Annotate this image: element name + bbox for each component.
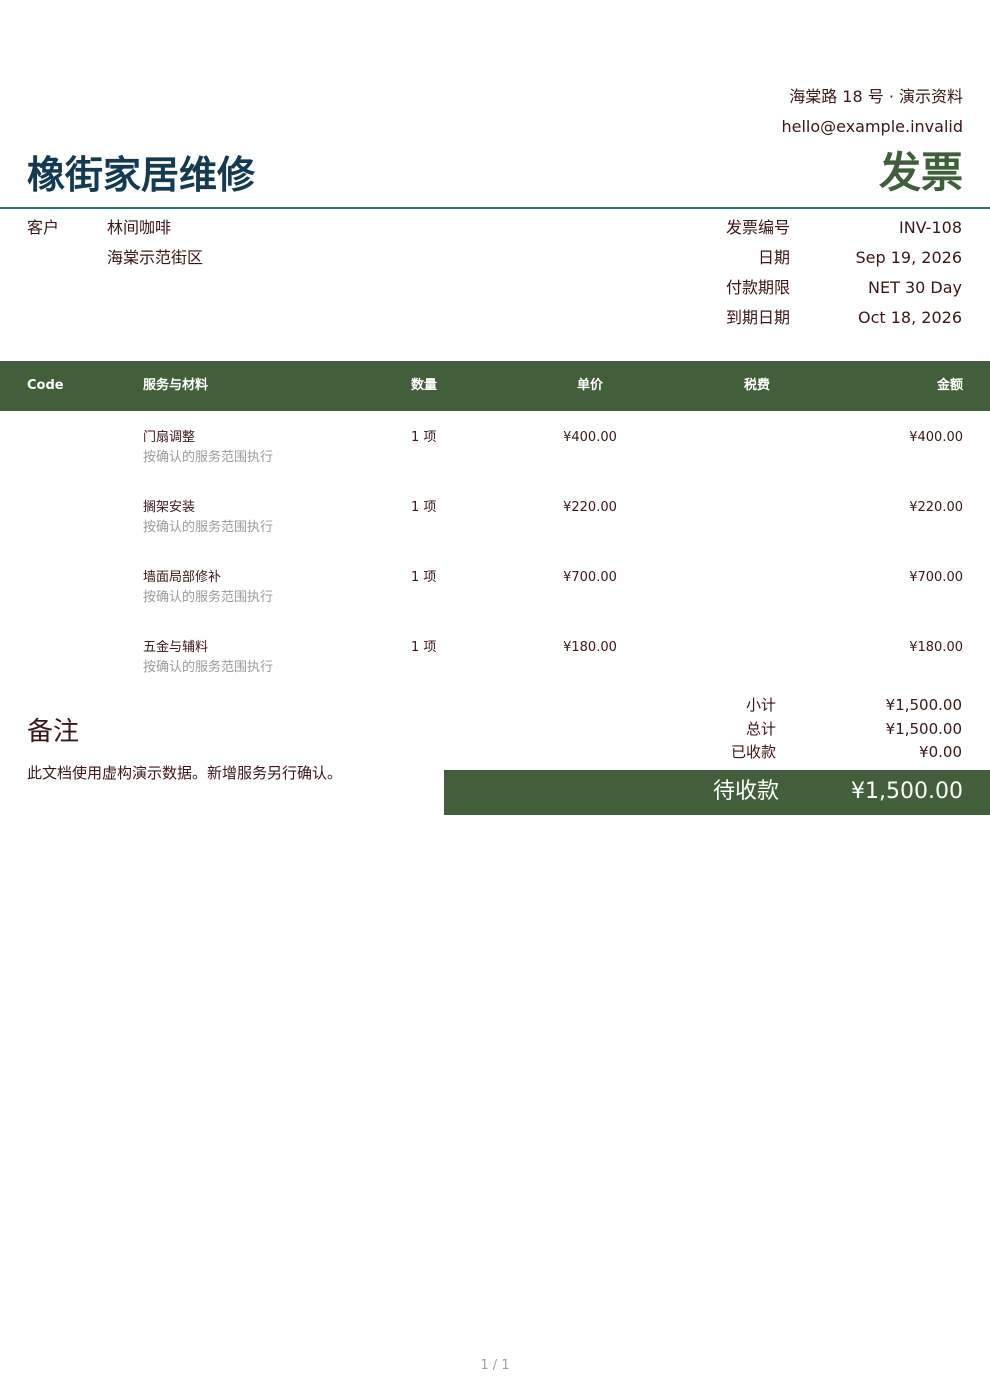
totals-value: ¥0.00 — [919, 743, 962, 761]
totals-row-paid: 已收款 ¥0.00 — [690, 742, 962, 766]
balance-due-value: ¥1,500.00 — [851, 779, 963, 804]
item-note: 按确认的服务范围执行 — [143, 450, 274, 465]
meta-label: 付款期限 — [725, 278, 790, 297]
item-quantity: 1 项 — [411, 500, 437, 515]
table-row: 门扇调整 按确认的服务范围执行 1 项 ¥400.00 ¥400.00 — [0, 430, 990, 500]
items-table-body: 门扇调整 按确认的服务范围执行 1 项 ¥400.00 ¥400.00 搁架安装… — [0, 430, 990, 710]
meta-label: 日期 — [757, 248, 790, 267]
totals-label: 总计 — [745, 719, 776, 738]
table-row: 搁架安装 按确认的服务范围执行 1 项 ¥220.00 ¥220.00 — [0, 500, 990, 570]
notes-title: 备注 — [27, 717, 80, 747]
item-name: 搁架安装 — [143, 500, 196, 515]
totals-summary: 小计 ¥1,500.00 总计 ¥1,500.00 已收款 ¥0.00 — [690, 695, 962, 766]
column-header-amount: 金额 — [936, 378, 963, 393]
item-name: 五金与辅料 — [143, 640, 209, 655]
sender-email: hello@example.invalid — [781, 117, 963, 136]
totals-value: ¥1,500.00 — [885, 696, 962, 714]
meta-row-invoice-number: 发票编号 INV-108 — [690, 217, 962, 247]
item-unit-price: ¥180.00 — [563, 640, 617, 655]
header-divider — [0, 207, 990, 209]
item-note: 按确认的服务范围执行 — [143, 520, 274, 535]
column-header-tax: 税费 — [743, 378, 770, 393]
item-amount: ¥400.00 — [909, 430, 963, 445]
meta-label: 发票编号 — [725, 218, 790, 237]
item-amount: ¥220.00 — [909, 500, 963, 515]
document-title: 发票 — [878, 148, 963, 197]
meta-value: Oct 18, 2026 — [858, 308, 962, 327]
meta-row-due-date: 到期日期 Oct 18, 2026 — [690, 307, 962, 337]
item-unit-price: ¥400.00 — [563, 430, 617, 445]
company-name: 橡街家居维修 — [27, 153, 256, 197]
column-header-code: Code — [27, 378, 64, 393]
item-unit-price: ¥220.00 — [563, 500, 617, 515]
item-unit-price: ¥700.00 — [563, 570, 617, 585]
totals-row-total: 总计 ¥1,500.00 — [690, 719, 962, 743]
client-address: 海棠示范街区 — [107, 248, 204, 267]
balance-due-bar: 待收款 ¥1,500.00 — [444, 770, 990, 815]
column-header-unit-price: 单价 — [576, 378, 603, 393]
item-note: 按确认的服务范围执行 — [143, 660, 274, 675]
page-indicator: 1 / 1 — [480, 1358, 510, 1373]
invoice-meta: 发票编号 INV-108 日期 Sep 19, 2026 付款期限 NET 30… — [690, 217, 962, 337]
meta-row-date: 日期 Sep 19, 2026 — [690, 247, 962, 277]
meta-value: NET 30 Day — [868, 278, 962, 297]
totals-label: 已收款 — [730, 743, 776, 761]
totals-label: 小计 — [745, 696, 776, 714]
client-name: 林间咖啡 — [107, 218, 172, 237]
item-quantity: 1 项 — [411, 640, 437, 655]
sender-info: 海棠路 18 号 · 演示资料 hello@example.invalid — [781, 82, 963, 142]
sender-address: 海棠路 18 号 · 演示资料 — [789, 87, 963, 106]
meta-value: Sep 19, 2026 — [855, 248, 963, 267]
client-label: 客户 — [27, 218, 60, 237]
item-name: 门扇调整 — [143, 430, 196, 445]
balance-due-label: 待收款 — [712, 779, 779, 804]
meta-value: INV-108 — [898, 218, 962, 237]
items-table-header: Code 服务与材料 数量 单价 税费 金额 — [0, 361, 990, 411]
item-quantity: 1 项 — [411, 430, 437, 445]
meta-row-payment-terms: 付款期限 NET 30 Day — [690, 277, 962, 307]
column-header-description: 服务与材料 — [143, 378, 209, 393]
item-amount: ¥700.00 — [909, 570, 963, 585]
table-row: 墙面局部修补 按确认的服务范围执行 1 项 ¥700.00 ¥700.00 — [0, 570, 990, 640]
item-note: 按确认的服务范围执行 — [143, 590, 274, 605]
item-name: 墙面局部修补 — [143, 570, 222, 585]
column-header-quantity: 数量 — [411, 378, 438, 393]
totals-value: ¥1,500.00 — [885, 719, 962, 738]
totals-row-subtotal: 小计 ¥1,500.00 — [690, 695, 962, 719]
item-amount: ¥180.00 — [909, 640, 963, 655]
notes-text: 此文档使用虚构演示数据。新增服务另行确认。 — [27, 764, 343, 782]
meta-label: 到期日期 — [725, 308, 790, 327]
item-quantity: 1 项 — [411, 570, 437, 585]
